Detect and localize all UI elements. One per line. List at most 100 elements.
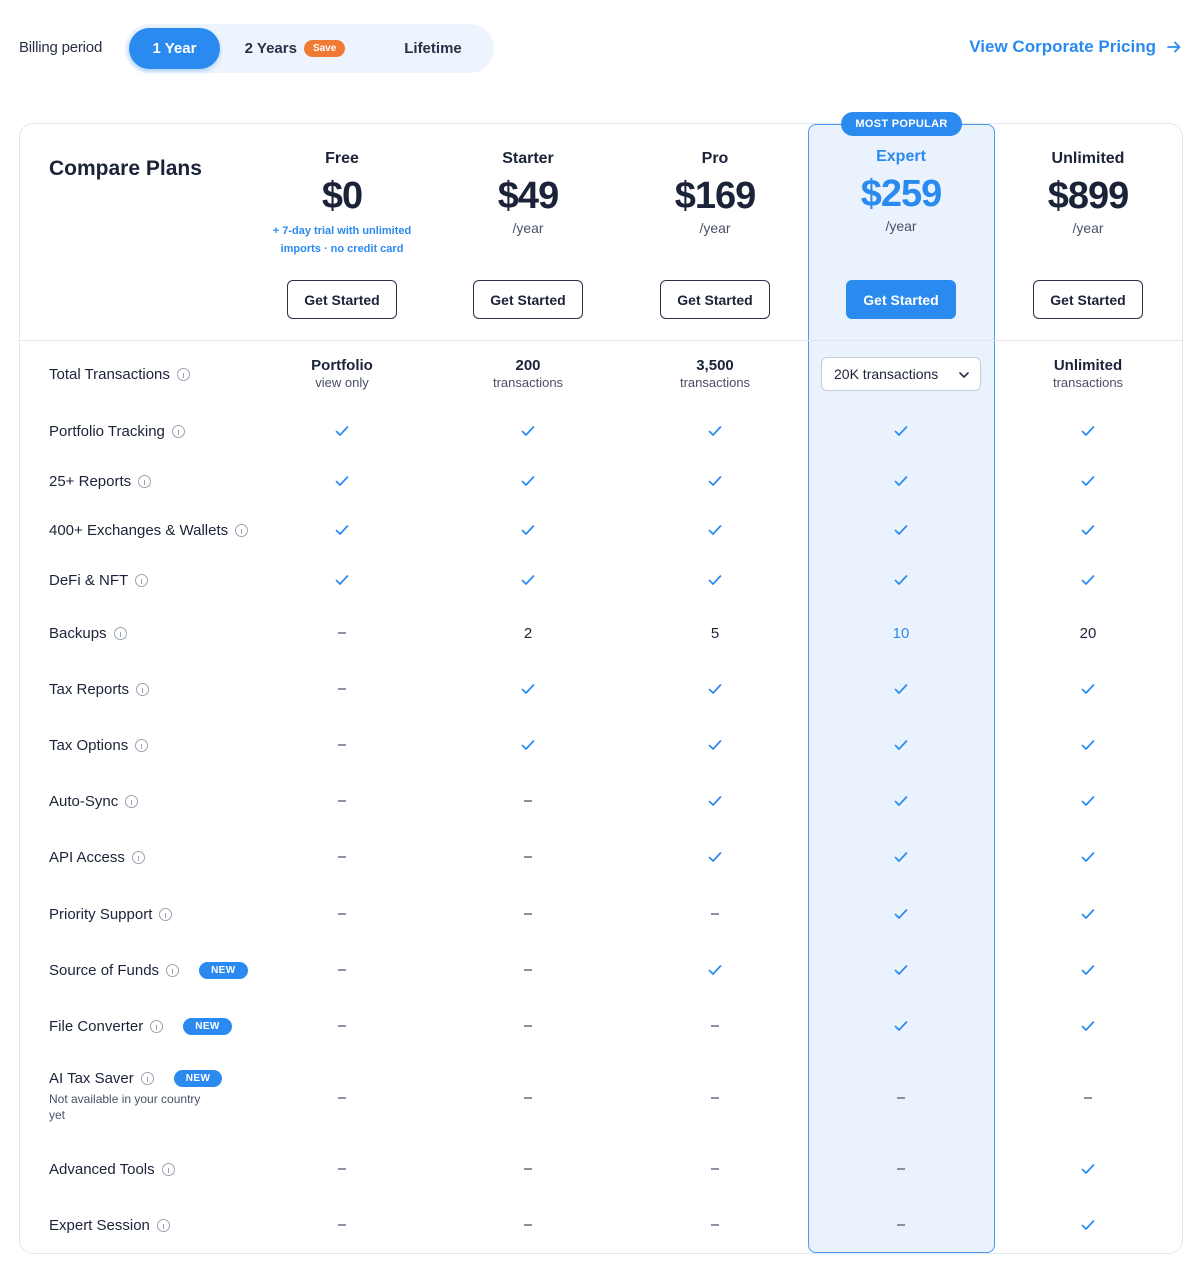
- period-option-1-year[interactable]: 1 Year: [129, 28, 220, 69]
- info-icon[interactable]: [138, 474, 152, 488]
- feature-cell-pro: [625, 1011, 805, 1041]
- feature-cell-unlimited: [998, 1210, 1178, 1240]
- view-corporate-pricing-link[interactable]: View Corporate Pricing: [969, 37, 1182, 57]
- info-icon[interactable]: [156, 1218, 170, 1232]
- chevron-down-icon: [959, 372, 969, 378]
- check-icon: [707, 522, 723, 538]
- plan-header-free: Free $0 + 7-day trial with unlimited imp…: [252, 150, 432, 258]
- info-icon[interactable]: [166, 963, 180, 977]
- get-started-button-expert[interactable]: Get Started: [846, 280, 956, 319]
- feature-cell-expert: [811, 416, 991, 446]
- feature-row: 400+ Exchanges & Wallets: [0, 515, 1200, 545]
- billing-period-label: Billing period: [19, 39, 103, 56]
- check-icon: [1080, 793, 1096, 809]
- info-icon[interactable]: [125, 794, 139, 808]
- check-icon: [334, 473, 350, 489]
- dash-icon: [338, 688, 346, 690]
- feature-cell-free: [252, 416, 432, 446]
- feature-cell-pro: [625, 842, 805, 872]
- check-icon: [707, 849, 723, 865]
- feature-cell-unlimited: [998, 674, 1178, 704]
- get-started-button-starter[interactable]: Get Started: [473, 280, 583, 319]
- feature-cell-free: [252, 899, 432, 929]
- feature-cell-free: [252, 466, 432, 496]
- check-icon: [707, 473, 723, 489]
- plan-name: Free: [325, 150, 359, 167]
- check-icon: [520, 522, 536, 538]
- plan-note: + 7-day trial with unlimited imports · n…: [272, 225, 412, 255]
- feature-cell-starter: [438, 466, 618, 496]
- feature-label-text: Tax Reports: [49, 680, 130, 698]
- check-icon: [334, 572, 350, 588]
- plan-name: Starter: [502, 150, 554, 167]
- feature-value: 5: [710, 624, 720, 642]
- check-icon: [893, 793, 909, 809]
- dash-icon: [524, 1097, 532, 1099]
- feature-label: Portfolio Tracking: [49, 416, 185, 446]
- corporate-link-label: View Corporate Pricing: [969, 37, 1156, 56]
- period-option-2-years-label: 2 Years: [244, 40, 297, 57]
- feature-label-text: Backups: [49, 624, 107, 642]
- plan-header-unlimited: Unlimited $899 /year: [998, 150, 1178, 236]
- feature-cell-unlimited: [998, 730, 1178, 760]
- period-option-2-years[interactable]: 2 Years Save: [233, 28, 357, 69]
- dash-icon: [338, 913, 346, 915]
- dash-icon: [338, 1224, 346, 1226]
- transactions-cell-pro: 3,500 transactions: [625, 351, 805, 397]
- feature-cell-unlimited: [998, 1011, 1178, 1041]
- info-icon[interactable]: [150, 1019, 164, 1033]
- feature-cell-pro: [625, 565, 805, 595]
- check-icon: [1080, 473, 1096, 489]
- dash-icon: [711, 1168, 719, 1170]
- plan-period: /year: [512, 220, 544, 236]
- check-icon: [1080, 1161, 1096, 1177]
- feature-label-text: Tax Options: [49, 736, 129, 754]
- check-icon: [893, 1018, 909, 1034]
- feature-cell-expert: [811, 842, 991, 872]
- check-icon: [893, 962, 909, 978]
- get-started-button-unlimited[interactable]: Get Started: [1033, 280, 1143, 319]
- check-icon: [334, 522, 350, 538]
- info-icon[interactable]: [159, 907, 173, 921]
- dash-icon: [524, 856, 532, 858]
- plan-name: Pro: [701, 150, 729, 167]
- feature-cell-free: [252, 1210, 432, 1240]
- info-icon[interactable]: [235, 523, 249, 537]
- info-icon[interactable]: [135, 738, 149, 752]
- info-icon[interactable]: [131, 850, 145, 864]
- period-option-lifetime[interactable]: Lifetime: [387, 28, 479, 69]
- plan-period: /year: [1072, 220, 1104, 236]
- plan-price: $169: [674, 175, 757, 217]
- transactions-cell-free: Portfolio view only: [252, 351, 432, 397]
- feature-cell-expert: [811, 955, 991, 985]
- check-icon: [893, 473, 909, 489]
- feature-row: Backups 2 5 10 20: [0, 618, 1200, 648]
- info-icon[interactable]: [140, 1071, 154, 1085]
- expert-transactions-select[interactable]: 20K transactions: [821, 357, 981, 391]
- get-started-button-free[interactable]: Get Started: [287, 280, 397, 319]
- dash-icon: [338, 856, 346, 858]
- most-popular-badge: MOST POPULAR: [841, 112, 962, 136]
- dash-icon: [897, 1097, 905, 1099]
- feature-cell-starter: [438, 730, 618, 760]
- dash-icon: [338, 800, 346, 802]
- feature-cell-free: [252, 786, 432, 816]
- info-icon[interactable]: [113, 626, 127, 640]
- info-icon[interactable]: [176, 367, 190, 381]
- dash-icon: [711, 913, 719, 915]
- dash-icon: [338, 632, 346, 634]
- feature-row: Expert Session: [0, 1210, 1200, 1240]
- check-icon: [1080, 1217, 1096, 1233]
- dash-icon: [338, 1168, 346, 1170]
- feature-value: 2: [523, 624, 533, 642]
- get-started-button-pro[interactable]: Get Started: [660, 280, 770, 319]
- feature-cell-unlimited: [998, 899, 1178, 929]
- feature-label-text: Advanced Tools: [49, 1160, 155, 1178]
- info-icon[interactable]: [161, 1162, 175, 1176]
- info-icon[interactable]: [135, 573, 149, 587]
- feature-cell-unlimited: [998, 786, 1178, 816]
- save-badge: Save: [303, 40, 346, 57]
- dash-icon: [524, 1224, 532, 1226]
- info-icon[interactable]: [136, 682, 150, 696]
- info-icon[interactable]: [171, 424, 185, 438]
